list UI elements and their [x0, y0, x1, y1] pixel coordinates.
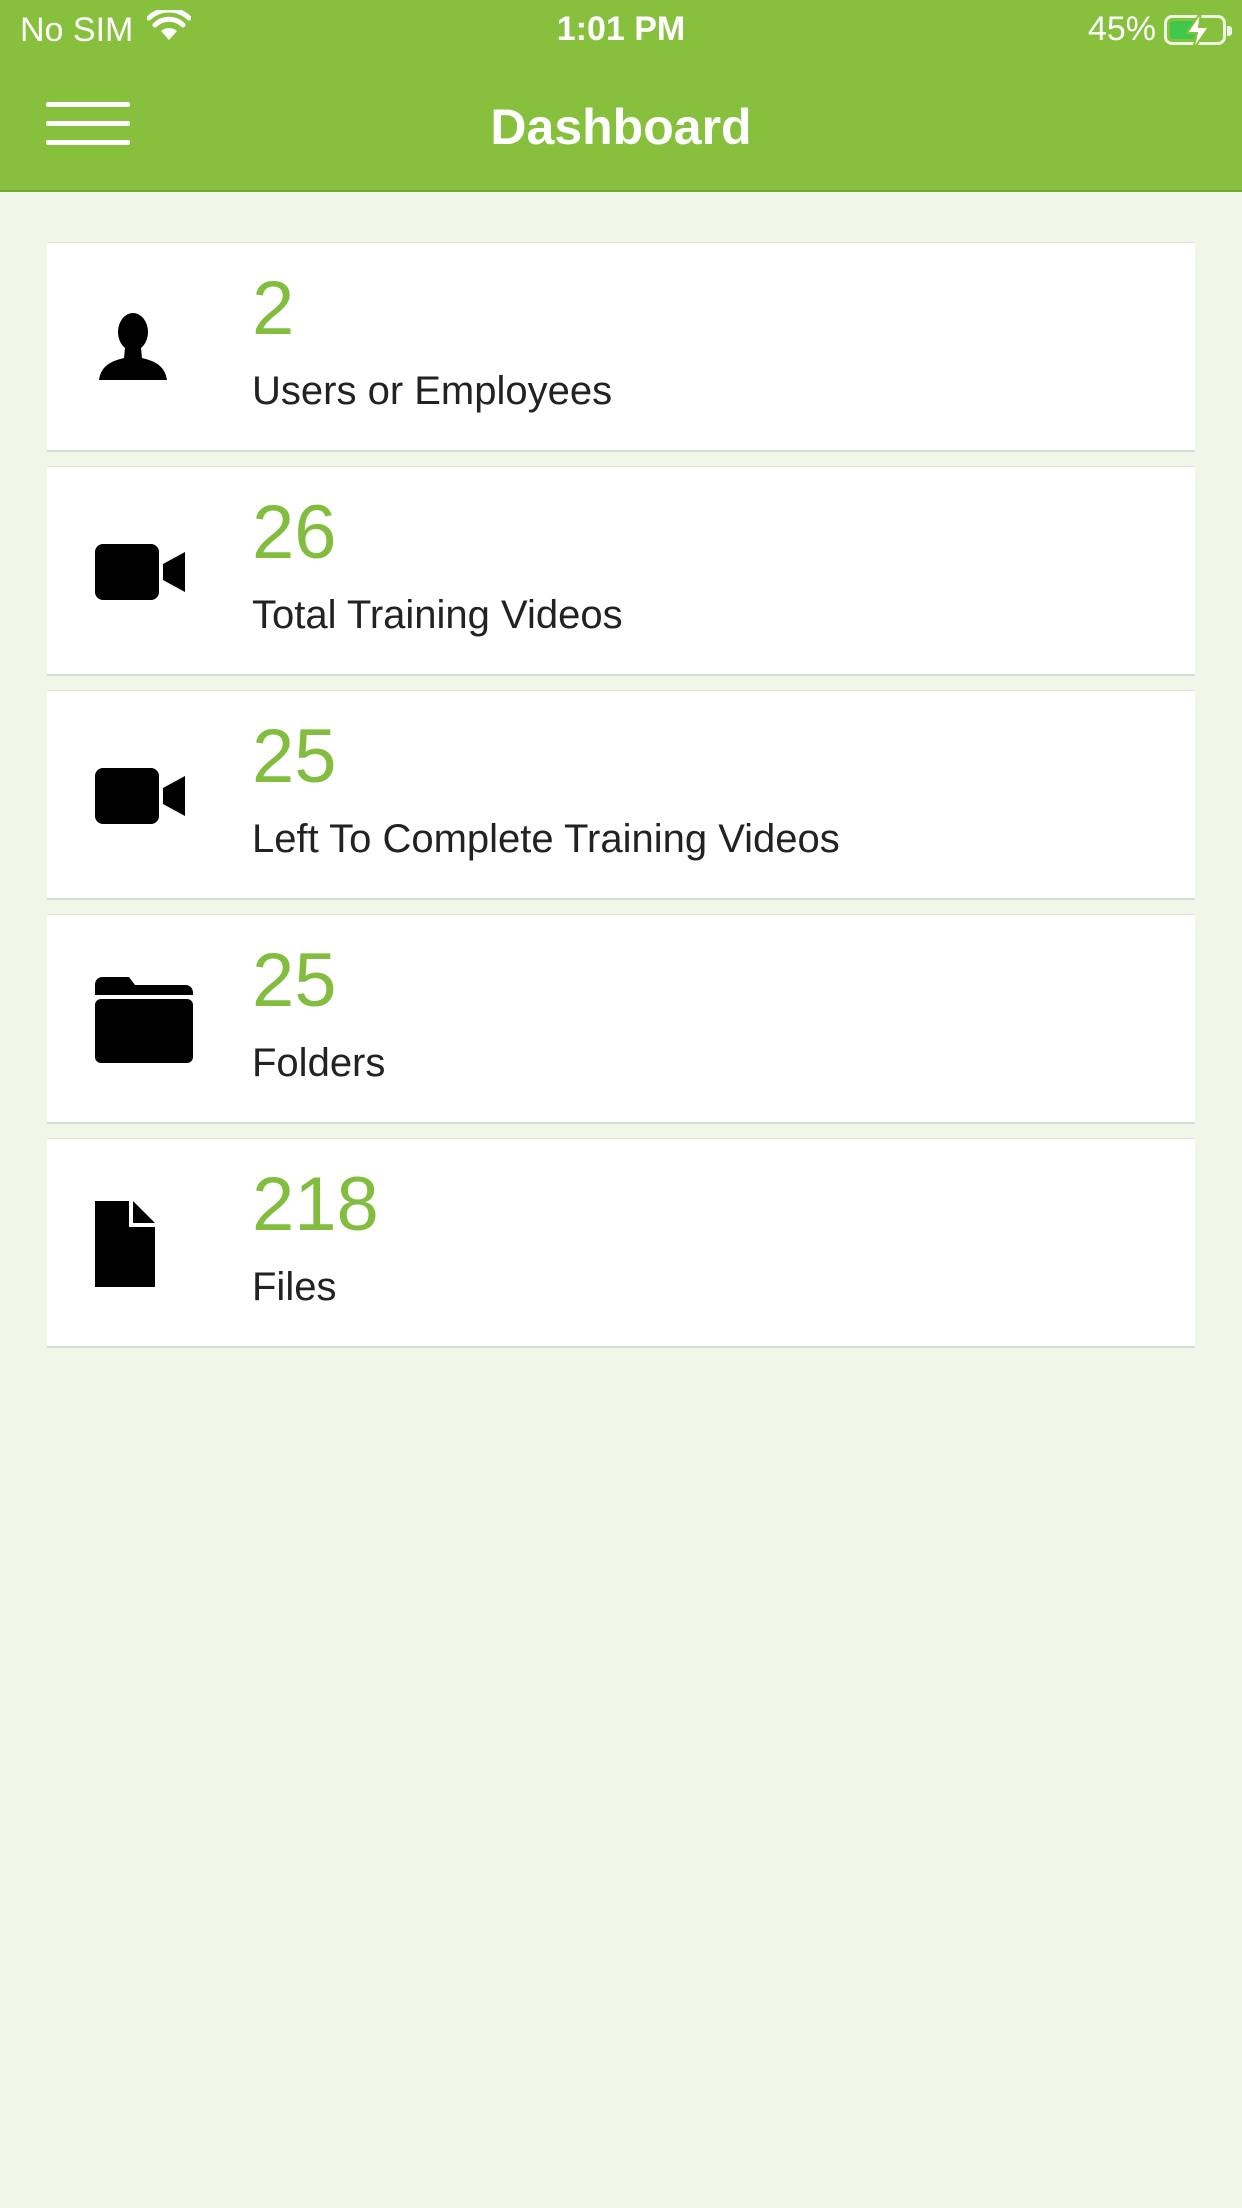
video-camera-icon [95, 746, 195, 846]
battery-icon [1164, 11, 1232, 50]
card-count: 25 [252, 938, 337, 1023]
status-right: 45% [1087, 10, 1232, 50]
charging-bolt-icon [1185, 11, 1211, 50]
navigation-bar: Dashboard [0, 62, 1242, 190]
card-users[interactable]: 2 Users or Employees [47, 242, 1195, 452]
card-label: Left To Complete Training Videos [252, 817, 840, 861]
card-count: 218 [252, 1162, 379, 1247]
page-title: Dashboard [490, 99, 752, 155]
video-camera-icon [95, 522, 195, 622]
status-time: 1:01 PM [556, 10, 686, 48]
card-count: 26 [252, 490, 337, 575]
card-label: Folders [252, 1041, 386, 1085]
file-icon [95, 1194, 195, 1294]
card-count: 2 [252, 266, 295, 351]
battery-percent: 45% [1087, 10, 1156, 48]
app-header: No SIM 1:01 PM 45% Dashboard [0, 0, 1242, 192]
card-count: 25 [252, 714, 337, 799]
card-label: Total Training Videos [252, 593, 623, 637]
card-left-to-complete-videos[interactable]: 25 Left To Complete Training Videos [47, 690, 1195, 900]
card-files[interactable]: 218 Files [47, 1138, 1195, 1348]
dashboard-card-list: 2 Users or Employees 26 Total Training V… [47, 242, 1195, 1362]
card-label: Users or Employees [252, 369, 613, 413]
card-total-training-videos[interactable]: 26 Total Training Videos [47, 466, 1195, 676]
card-folders[interactable]: 25 Folders [47, 914, 1195, 1124]
user-icon [95, 298, 195, 398]
card-label: Files [252, 1265, 337, 1309]
status-bar: No SIM 1:01 PM 45% [0, 0, 1242, 62]
folder-icon [95, 970, 195, 1070]
